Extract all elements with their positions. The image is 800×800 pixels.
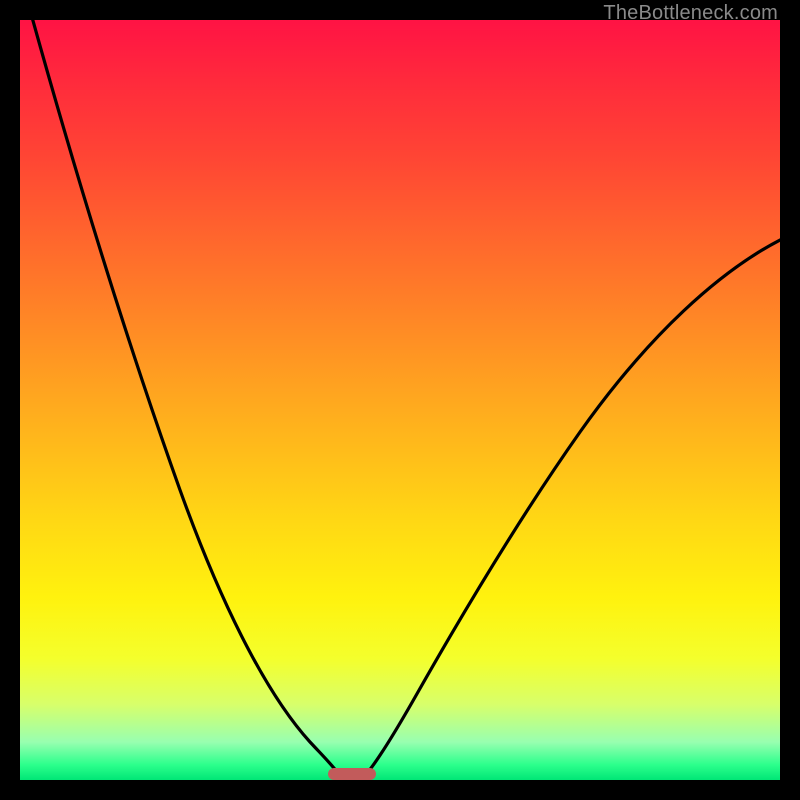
chart-frame: TheBottleneck.com — [0, 0, 800, 800]
curve-right — [368, 238, 780, 772]
optimum-marker — [328, 768, 376, 780]
plot-area — [20, 20, 780, 780]
bottleneck-curves — [20, 20, 780, 780]
watermark-label: TheBottleneck.com — [603, 2, 778, 25]
curve-left — [30, 20, 337, 772]
